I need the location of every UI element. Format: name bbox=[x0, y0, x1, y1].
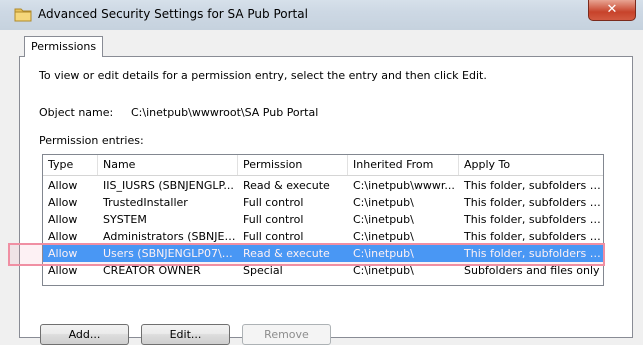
tab-permissions[interactable]: Permissions bbox=[24, 36, 104, 57]
cell-name: IIS_IUSRS (SBNJENGLP... bbox=[103, 179, 234, 192]
window-title: Advanced Security Settings for SA Pub Po… bbox=[38, 7, 308, 21]
cell-inherited-from: C:\inetpub\ bbox=[353, 247, 414, 260]
table-row[interactable]: Allow Administrators (SBNJEN... Full con… bbox=[43, 228, 603, 245]
object-name-value: C:\inetpub\wwwroot\SA Pub Portal bbox=[131, 106, 319, 119]
column-header-apply-to[interactable]: Apply To bbox=[459, 155, 603, 175]
cell-type: Allow bbox=[48, 213, 78, 226]
table-row[interactable]: Allow SYSTEM Full control C:\inetpub\ Th… bbox=[43, 211, 603, 228]
column-header-inherited-from[interactable]: Inherited From bbox=[348, 155, 459, 175]
object-name-label: Object name: bbox=[39, 106, 114, 119]
cell-inherited-from: C:\inetpub\ bbox=[353, 264, 414, 277]
list-header: Type Name Permission Inherited From Appl… bbox=[43, 155, 603, 176]
cell-apply-to: This folder, subfolders a... bbox=[464, 213, 603, 226]
cell-inherited-from: C:\inetpub\wwwr... bbox=[353, 179, 455, 192]
cell-inherited-from: C:\inetpub\ bbox=[353, 230, 414, 243]
cell-name: TrustedInstaller bbox=[103, 196, 188, 209]
cell-type: Allow bbox=[48, 196, 78, 209]
cell-type: Allow bbox=[48, 230, 78, 243]
cell-type: Allow bbox=[48, 179, 78, 192]
permissions-panel: To view or edit details for a permission… bbox=[19, 56, 633, 345]
close-button[interactable]: ✕ bbox=[588, 0, 636, 21]
title-bar: Advanced Security Settings for SA Pub Po… bbox=[0, 0, 643, 30]
intro-text: To view or edit details for a permission… bbox=[39, 69, 487, 82]
cell-name: Users (SBNJENGLP07\U... bbox=[103, 247, 238, 260]
table-row[interactable]: Allow IIS_IUSRS (SBNJENGLP... Read & exe… bbox=[43, 177, 603, 194]
cell-permission: Special bbox=[243, 264, 283, 277]
cell-type: Allow bbox=[48, 247, 78, 260]
cell-apply-to: This folder, subfolders a... bbox=[464, 179, 603, 192]
cell-apply-to: This folder, subfolders a... bbox=[464, 247, 603, 260]
cell-permission: Full control bbox=[243, 213, 304, 226]
cell-inherited-from: C:\inetpub\ bbox=[353, 196, 414, 209]
add-button[interactable]: Add... bbox=[40, 324, 129, 345]
cell-name: Administrators (SBNJEN... bbox=[103, 230, 238, 243]
cell-apply-to: Subfolders and files only bbox=[464, 264, 600, 277]
permission-entries-list[interactable]: Type Name Permission Inherited From Appl… bbox=[42, 154, 604, 286]
table-row[interactable]: Allow CREATOR OWNER Special C:\inetpub\ … bbox=[43, 262, 603, 279]
column-header-type[interactable]: Type bbox=[43, 155, 98, 175]
cell-permission: Read & execute bbox=[243, 247, 330, 260]
cell-type: Allow bbox=[48, 264, 78, 277]
cell-permission: Full control bbox=[243, 196, 304, 209]
permission-entries-label: Permission entries: bbox=[39, 134, 144, 147]
cell-name: SYSTEM bbox=[103, 213, 147, 226]
cell-apply-to: This folder, subfolders a... bbox=[464, 196, 603, 209]
table-row-selected[interactable]: Allow Users (SBNJENGLP07\U... Read & exe… bbox=[43, 245, 603, 262]
cell-inherited-from: C:\inetpub\ bbox=[353, 213, 414, 226]
edit-button[interactable]: Edit... bbox=[141, 324, 230, 345]
remove-button[interactable]: Remove bbox=[242, 324, 331, 345]
cell-permission: Read & execute bbox=[243, 179, 330, 192]
column-header-permission[interactable]: Permission bbox=[238, 155, 348, 175]
cell-name: CREATOR OWNER bbox=[103, 264, 201, 277]
column-header-name[interactable]: Name bbox=[98, 155, 238, 175]
cell-permission: Full control bbox=[243, 230, 304, 243]
table-row[interactable]: Allow TrustedInstaller Full control C:\i… bbox=[43, 194, 603, 211]
dialog-body: Permissions To view or edit details for … bbox=[0, 30, 643, 345]
cell-apply-to: This folder, subfolders a... bbox=[464, 230, 603, 243]
folder-icon bbox=[14, 8, 32, 22]
